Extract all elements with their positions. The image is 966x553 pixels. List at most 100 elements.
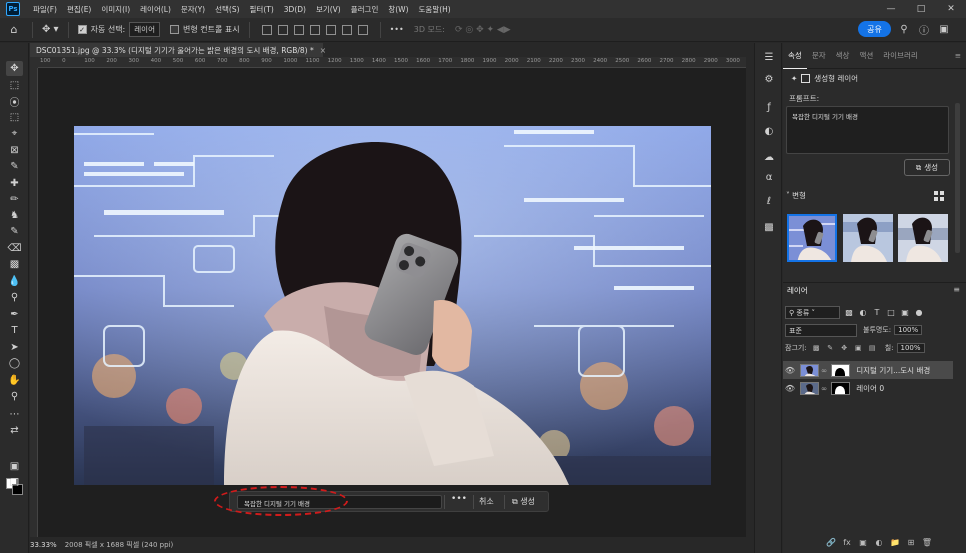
swap-colors-icon[interactable]: ⇄ xyxy=(6,423,23,438)
properties-generate-button[interactable]: ⧉ 생성 xyxy=(904,159,950,176)
link-layers-icon[interactable]: 🔗 xyxy=(823,538,839,547)
layer-name[interactable]: 레이어 0 xyxy=(856,383,884,394)
maximize-icon[interactable]: □ xyxy=(906,0,936,18)
path-selection-tool-icon[interactable]: ➤ xyxy=(6,340,23,355)
horizontal-ruler[interactable]: 100 0 100 200 300 400 500 600 700 800 900 1000 1100 1… xyxy=(38,57,746,68)
adjust-panel-icon[interactable]: ⚙ xyxy=(761,71,777,87)
tab-layers[interactable]: 레이어 xyxy=(787,285,808,296)
quick-mask-icon[interactable]: ▣ xyxy=(6,459,23,474)
prompt-textarea[interactable]: 복잡한 디지털 기기 배경 xyxy=(786,106,949,154)
zoom-level[interactable]: 33.33% xyxy=(30,541,57,549)
more-options-button[interactable]: ••• xyxy=(450,494,468,510)
align-center-icon[interactable] xyxy=(277,24,288,35)
menu-window[interactable]: 창(W) xyxy=(383,4,413,15)
filter-toggle-icon[interactable]: ● xyxy=(914,307,924,317)
vertical-ruler[interactable] xyxy=(30,68,38,537)
new-group-icon[interactable]: 📁 xyxy=(887,538,903,547)
layer-name[interactable]: 디지털 기기...도시 배경 xyxy=(856,365,930,376)
type-tool-icon[interactable]: T xyxy=(6,323,23,338)
menu-help[interactable]: 도움말(H) xyxy=(414,4,456,15)
paragraph-panel-icon[interactable]: ℓ xyxy=(761,193,777,209)
layer-style-icon[interactable]: fx xyxy=(839,538,855,547)
crop-tool-icon[interactable]: ⌖ xyxy=(6,126,23,141)
spot-healing-tool-icon[interactable]: ✚ xyxy=(6,176,23,191)
menu-edit[interactable]: 편집(E) xyxy=(62,4,96,15)
document-tab[interactable]: DSC01351.jpg @ 33.3% (디지털 기기가 울어가는 밝은 배경… xyxy=(30,43,326,57)
generative-prompt-input[interactable]: 복잡한 디지털 기기 배경 xyxy=(237,495,442,509)
cancel-button[interactable]: 취소 xyxy=(479,496,494,507)
home-icon[interactable]: ⌂ xyxy=(0,18,28,42)
new-adjustment-icon[interactable]: ◐ xyxy=(871,538,887,547)
pixel-filter-icon[interactable]: ▩ xyxy=(844,307,854,317)
blend-mode-dropdown[interactable]: 표준 xyxy=(785,323,857,337)
share-button[interactable]: 공유 xyxy=(858,21,891,37)
minimize-icon[interactable]: — xyxy=(876,0,906,18)
help-icon[interactable]: ⓘ xyxy=(916,21,932,37)
move-tool-icon[interactable]: ✥ xyxy=(6,61,23,76)
auto-select-checkbox[interactable]: ✓ 자동 선택: 레이어 xyxy=(73,18,165,42)
lock-position-icon[interactable]: ✥ xyxy=(840,344,849,353)
panel-menu-icon[interactable]: ≡ xyxy=(953,285,960,294)
frame-tool-icon[interactable]: ⊠ xyxy=(6,143,23,158)
lock-transparency-icon[interactable]: ▩ xyxy=(812,344,821,353)
menu-file[interactable]: 파일(F) xyxy=(28,4,62,15)
visibility-eye-icon[interactable]: 👁 xyxy=(783,384,797,393)
tab-color[interactable]: 색상 xyxy=(831,43,855,69)
styles-panel-icon[interactable]: ƒ xyxy=(761,99,777,115)
shape-filter-icon[interactable]: □ xyxy=(886,307,896,317)
visibility-eye-icon[interactable]: 👁 xyxy=(783,366,797,375)
history-brush-tool-icon[interactable]: ✎ xyxy=(6,224,23,239)
brush-tool-icon[interactable]: ✏ xyxy=(6,192,23,207)
panel-menu-icon[interactable]: ≡ xyxy=(950,43,966,69)
delete-layer-icon[interactable]: 🗑 xyxy=(919,538,935,547)
menu-view[interactable]: 보기(V) xyxy=(311,4,346,15)
hand-tool-icon[interactable]: ✋ xyxy=(6,373,23,388)
transform-controls-checkbox[interactable]: 변형 컨트롤 표시 xyxy=(165,18,245,42)
zoom-tool-icon[interactable]: ⚲ xyxy=(6,389,23,404)
align-bottom-icon[interactable] xyxy=(341,24,352,35)
ellipse-tool-icon[interactable]: ◯ xyxy=(6,356,23,371)
object-selection-tool-icon[interactable]: ⬚ xyxy=(6,110,23,125)
align-left-icon[interactable] xyxy=(261,24,272,35)
menu-plugins[interactable]: 플러그인 xyxy=(346,4,384,15)
variants-header[interactable]: ˅ 변형 xyxy=(786,190,806,201)
variant-thumbnail[interactable] xyxy=(898,214,948,262)
lock-artboard-icon[interactable]: ▣ xyxy=(854,344,863,353)
menu-type[interactable]: 문자(Y) xyxy=(176,4,210,15)
eraser-tool-icon[interactable]: ⌫ xyxy=(6,241,23,256)
paths-panel-icon[interactable]: ☁ xyxy=(761,149,777,165)
tab-properties[interactable]: 속성 xyxy=(783,43,807,69)
menu-3d[interactable]: 3D(D) xyxy=(279,5,311,14)
properties-scrollbar[interactable] xyxy=(955,103,960,253)
history-panel-icon[interactable]: ☰ xyxy=(761,49,777,65)
distribute-icon[interactable] xyxy=(357,24,368,35)
character-panel-icon[interactable]: α xyxy=(761,169,777,185)
document-canvas[interactable] xyxy=(74,126,711,485)
screen-mode-icon[interactable]: ❐ xyxy=(6,476,23,491)
tab-libraries[interactable]: 라이브러리 xyxy=(878,43,923,69)
tab-actions[interactable]: 액션 xyxy=(854,43,878,69)
opacity-input[interactable]: 100% xyxy=(894,325,923,335)
blur-tool-icon[interactable]: 💧 xyxy=(6,274,23,289)
close-tab-icon[interactable]: × xyxy=(320,46,326,55)
grid-view-icon[interactable] xyxy=(934,191,944,201)
new-layer-icon[interactable]: ⊞ xyxy=(903,538,919,547)
variant-thumbnail[interactable] xyxy=(843,214,893,262)
generate-button[interactable]: ⧉ 생성 xyxy=(512,496,535,507)
channels-panel-icon[interactable]: ◐ xyxy=(761,123,777,139)
gradient-tool-icon[interactable]: ▩ xyxy=(6,257,23,272)
tab-type[interactable]: 문자 xyxy=(807,43,831,69)
layer-row[interactable]: 👁 ∞ 디지털 기기...도시 배경 xyxy=(783,361,953,379)
edit-toolbar-icon[interactable]: ⋯ xyxy=(6,407,23,422)
glyphs-panel-icon[interactable]: ▩ xyxy=(761,219,777,235)
menu-layer[interactable]: 레이어(L) xyxy=(135,4,176,15)
smart-object-filter-icon[interactable]: ▣ xyxy=(900,307,910,317)
eyedropper-tool-icon[interactable]: ✎ xyxy=(6,159,23,174)
align-top-icon[interactable] xyxy=(309,24,320,35)
lasso-tool-icon[interactable]: ⦿ xyxy=(6,94,23,109)
menu-select[interactable]: 선택(S) xyxy=(210,4,244,15)
marquee-tool-icon[interactable]: ⬚ xyxy=(6,78,23,93)
workspace-icon[interactable]: ▣ xyxy=(936,21,952,37)
align-right-icon[interactable] xyxy=(293,24,304,35)
layer-mask-thumbnail[interactable] xyxy=(831,381,851,395)
